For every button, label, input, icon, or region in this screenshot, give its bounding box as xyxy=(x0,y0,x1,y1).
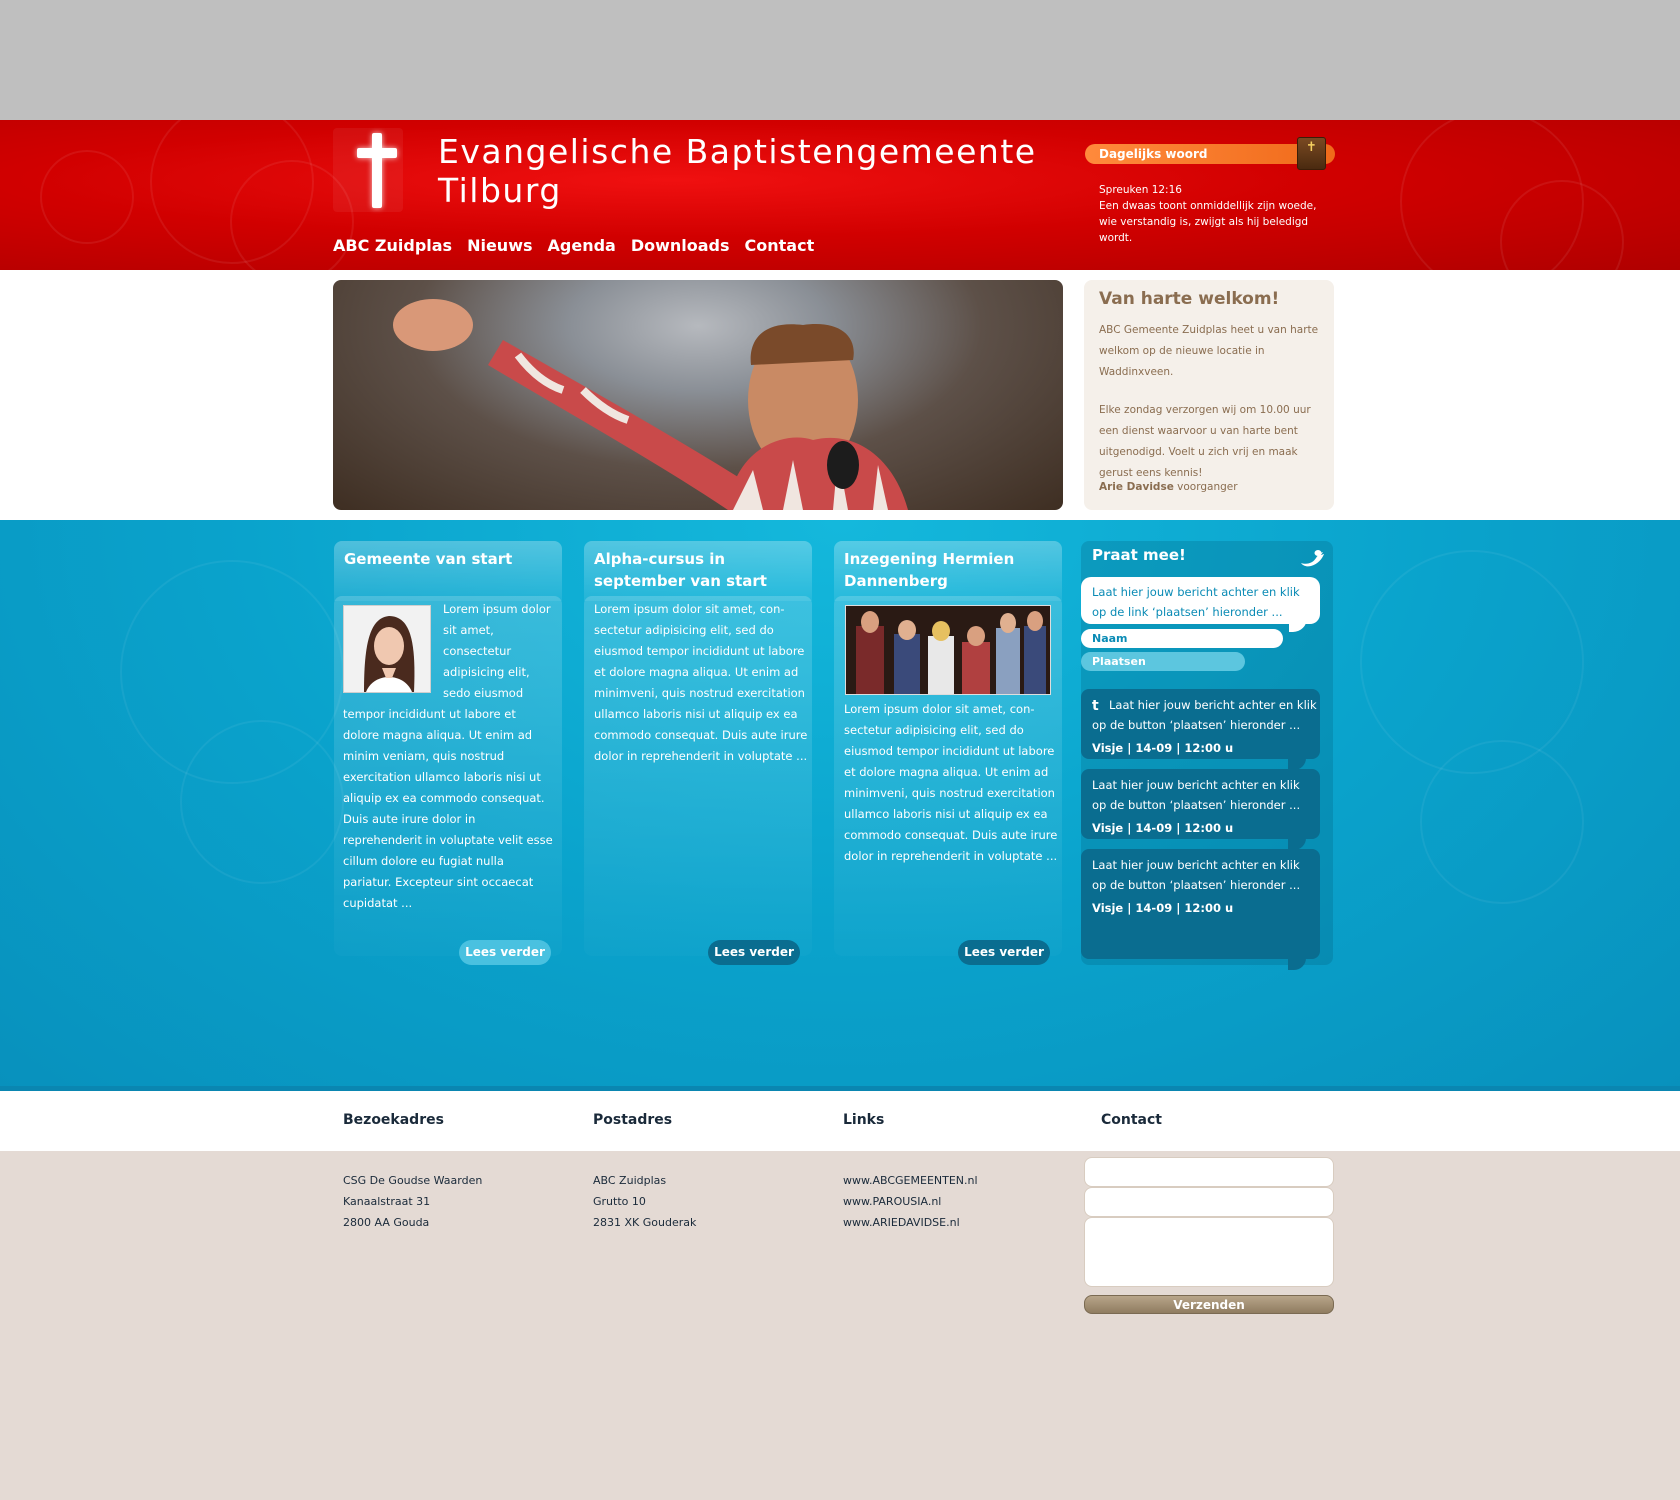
footer-bezoekadres: CSG De Goudse Waarden Kanaalstraat 31 28… xyxy=(343,1170,482,1233)
contact-email-field[interactable] xyxy=(1084,1187,1334,1217)
tweet-meta-2: Visje | 14-09 | 12:00 u xyxy=(1092,821,1234,835)
tweet-item-1: t Laat hier jouw bericht achter en klik o… xyxy=(1081,689,1320,759)
cross-icon-bar xyxy=(357,148,397,158)
footer-bezoekadres-title: Bezoekadres xyxy=(343,1112,444,1128)
welcome-box: Van harte welkom! ABC Gemeente Zuidplas … xyxy=(1084,280,1334,510)
tweet-message-1: Laat hier jouw bericht achter en klik op… xyxy=(1092,698,1317,732)
footer-link-ariedavidse[interactable]: www.ARIEDAVIDSE.nl xyxy=(843,1212,978,1233)
footer-link-parousia[interactable]: www.PAROUSIA.nl xyxy=(843,1191,978,1212)
footer-header-band xyxy=(0,1091,1680,1151)
message-input-text[interactable]: Laat hier jouw bericht achter en klik op… xyxy=(1092,582,1317,622)
news-column-3-title[interactable]: Inzegening Hermien Dannenberg xyxy=(844,548,1056,592)
news-column-3-photo xyxy=(845,605,1051,695)
daily-word-line-2: wie verstandig is, zwijgt als hij beledi… xyxy=(1099,216,1309,244)
address-line: ABC Zuidplas xyxy=(593,1174,667,1187)
tweet-message-2: Laat hier jouw bericht achter en klik op… xyxy=(1092,778,1301,812)
hero-image xyxy=(333,280,1063,510)
read-more-button-2[interactable]: Lees verder xyxy=(708,940,800,965)
welcome-paragraph-2: Elke zondag verzorgen wij om 10.00 uur e… xyxy=(1099,404,1311,479)
footer-postadres: ABC Zuidplas Grutto 10 2831 XK Gouderak xyxy=(593,1170,696,1233)
welcome-author: Arie Davidse xyxy=(1099,481,1174,493)
nav-abc-zuidplas[interactable]: ABC Zuidplas xyxy=(333,236,452,255)
welcome-text: ABC Gemeente Zuidplas heet u van harte w… xyxy=(1099,320,1331,501)
daily-word-reference: Spreuken 12:16 xyxy=(1099,184,1182,196)
read-more-button-3[interactable]: Lees verder xyxy=(958,940,1050,965)
contact-name-field[interactable] xyxy=(1084,1157,1334,1187)
footer-link-abcgemeenten[interactable]: www.ABCGEMEENTEN.nl xyxy=(843,1170,978,1191)
news-column-3-text: Lorem ipsum dolor sit amet, con-sectetur… xyxy=(844,702,1058,863)
contact-message-field[interactable] xyxy=(1084,1217,1334,1287)
top-gray-band xyxy=(0,0,1680,120)
welcome-paragraph-1: ABC Gemeente Zuidplas heet u van harte w… xyxy=(1099,324,1319,378)
tweet-meta-1: Visje | 14-09 | 12:00 u xyxy=(1092,741,1234,755)
site-title-line-2: Tilburg xyxy=(438,171,562,210)
footer-postadres-title: Postadres xyxy=(593,1112,673,1128)
news-column-2-title[interactable]: Alpha-cursus in september van start xyxy=(594,548,806,592)
footer-links-title: Links xyxy=(843,1112,885,1128)
portrait-photo xyxy=(344,606,430,692)
group-photo xyxy=(846,606,1050,694)
daily-word-text: Spreuken 12:16 Een dwaas toont onmiddell… xyxy=(1099,182,1339,246)
tweet-t-icon: t xyxy=(1092,698,1099,714)
daily-word-line-1: Een dwaas toont onmiddellijk zijn woede, xyxy=(1099,200,1317,212)
address-line: Kanaalstraat 31 xyxy=(343,1195,431,1208)
footer-links: www.ABCGEMEENTEN.nl www.PAROUSIA.nl www.… xyxy=(843,1170,978,1233)
nav-contact[interactable]: Contact xyxy=(745,236,815,255)
twitter-bird-icon[interactable] xyxy=(1299,547,1325,569)
read-more-button-1[interactable]: Lees verder xyxy=(459,940,551,965)
news-column-1-photo xyxy=(343,605,431,693)
news-column-2-header: Alpha-cursus in september van start xyxy=(584,541,812,601)
news-column-3-header: Inzegening Hermien Dannenberg xyxy=(834,541,1062,601)
address-line: 2800 AA Gouda xyxy=(343,1216,430,1229)
nav-nieuws[interactable]: Nieuws xyxy=(467,236,532,255)
tweet-item-2: Laat hier jouw bericht achter en klik op… xyxy=(1081,769,1320,839)
address-line: 2831 XK Gouderak xyxy=(593,1216,697,1229)
address-line: Grutto 10 xyxy=(593,1195,646,1208)
nav-downloads[interactable]: Downloads xyxy=(631,236,730,255)
post-button[interactable]: Plaatsen xyxy=(1081,652,1245,671)
news-column-1-header: Gemeente van start xyxy=(334,541,562,601)
news-column-1-text-beside: Lorem ipsum dolor sit amet, consectetur … xyxy=(443,602,551,700)
tweet-text-1: t Laat hier jouw bericht achter en klik o… xyxy=(1092,695,1317,735)
twitter-title: Praat mee! xyxy=(1092,546,1186,564)
cross-icon xyxy=(372,133,382,208)
bible-icon: ✝ xyxy=(1297,137,1326,170)
site-title-line-1: Evangelische Baptistengemeente xyxy=(438,132,1037,171)
news-column-1-title[interactable]: Gemeente van start xyxy=(344,548,556,570)
main-nav: ABC Zuidplas Nieuws Agenda Downloads Con… xyxy=(333,236,814,255)
nav-agenda[interactable]: Agenda xyxy=(548,236,616,255)
hero-image-drawing xyxy=(393,299,908,510)
tweet-meta-3: Visje | 14-09 | 12:00 u xyxy=(1092,901,1234,915)
address-line: CSG De Goudse Waarden xyxy=(343,1174,483,1187)
logo[interactable] xyxy=(333,128,403,212)
send-button[interactable]: Verzenden xyxy=(1084,1295,1334,1314)
welcome-signature: Arie Davidse voorganger xyxy=(1099,481,1238,493)
news-column-1-text-below: tempor incididunt ut labore et dolore ma… xyxy=(343,707,553,910)
site-title: Evangelische Baptistengemeente Tilburg xyxy=(438,132,1078,210)
welcome-title: Van harte welkom! xyxy=(1099,289,1280,309)
tweet-item-3: Laat hier jouw bericht achter en klik op… xyxy=(1081,849,1320,959)
name-field[interactable]: Naam xyxy=(1081,629,1283,648)
footer-contact-title: Contact xyxy=(1101,1112,1162,1128)
tweet-message-3: Laat hier jouw bericht achter en klik op… xyxy=(1092,858,1301,892)
welcome-role: voorganger xyxy=(1173,481,1238,493)
news-column-2-text: Lorem ipsum dolor sit amet, con-sectetur… xyxy=(594,602,808,763)
